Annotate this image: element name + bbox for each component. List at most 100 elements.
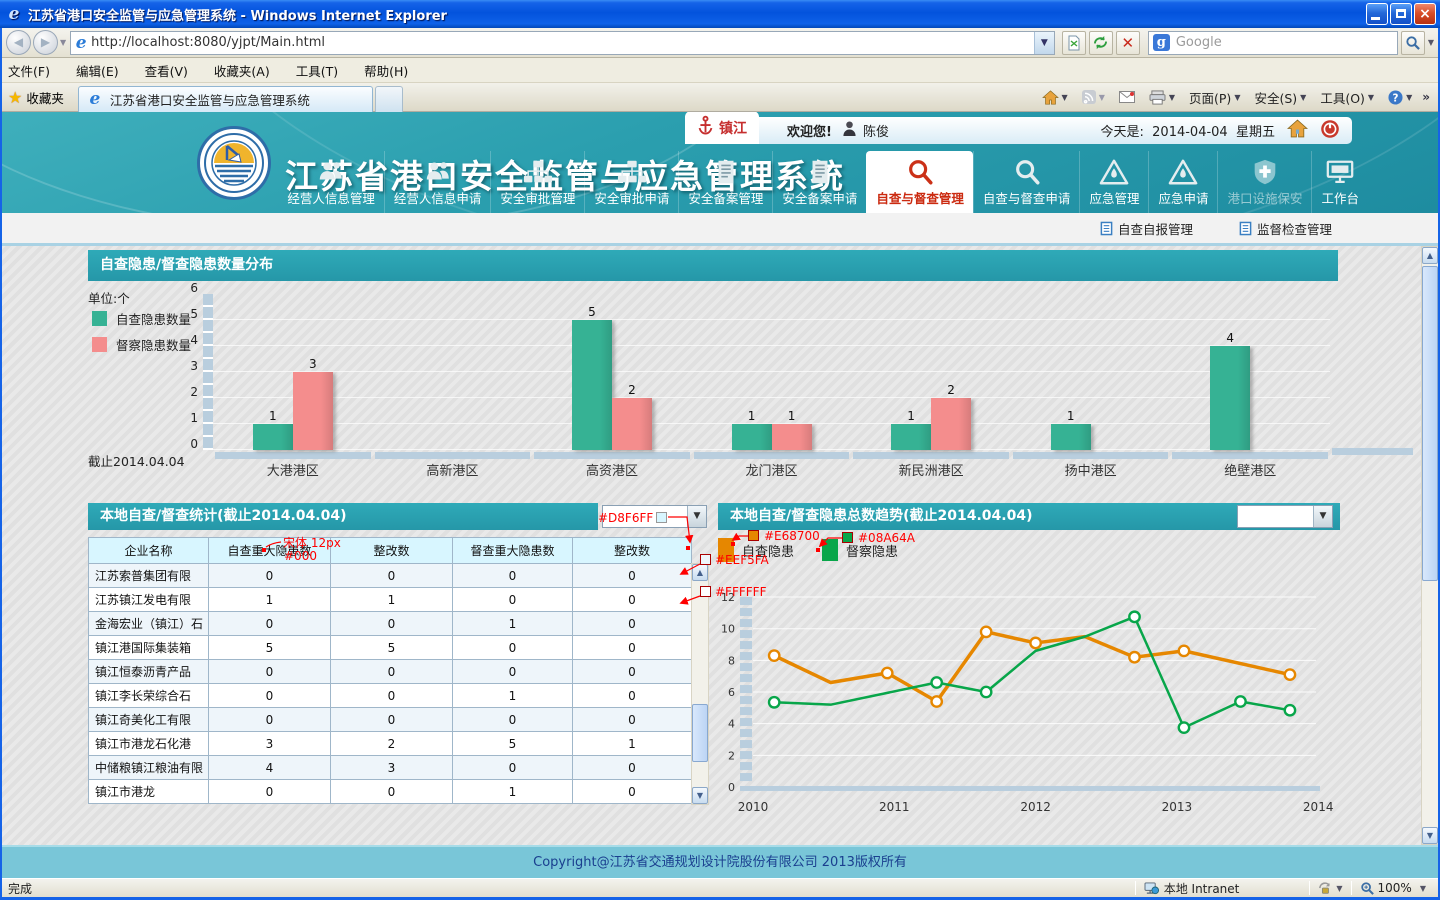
- close-button[interactable]: ×: [1414, 3, 1436, 25]
- nav-tab-9[interactable]: 应急管理: [1079, 151, 1148, 213]
- nav-tab-6[interactable]: 安全备案申请: [772, 151, 866, 213]
- table-row[interactable]: 中储粮镇江粮油有限4300: [89, 756, 692, 780]
- table-row[interactable]: 金海宏业（镇江）石0010: [89, 612, 692, 636]
- y-tick-label: 10: [721, 623, 735, 636]
- value-cell: 4: [209, 756, 331, 780]
- table-row[interactable]: 镇江市港龙0010: [89, 780, 692, 804]
- menu-item[interactable]: 收藏夹(A): [214, 61, 270, 80]
- scroll-down-icon[interactable]: ▼: [692, 787, 708, 804]
- favorites-button[interactable]: 收藏夹: [26, 88, 64, 107]
- table-row[interactable]: 镇江奇美化工有限0000: [89, 708, 692, 732]
- nav-tab-7[interactable]: 自查与督查管理: [866, 151, 973, 213]
- nav-tab-3[interactable]: 安全审批管理: [490, 151, 584, 213]
- home-icon[interactable]: [1287, 119, 1308, 142]
- url-text[interactable]: http://localhost:8080/yjpt/Main.html: [91, 35, 1034, 50]
- nav-tab-2[interactable]: 经营人信息申请: [384, 151, 491, 213]
- back-button[interactable]: ◀: [6, 30, 31, 55]
- menu-item[interactable]: 帮助(H): [364, 61, 408, 80]
- nav-tab-4[interactable]: 安全审批申请: [584, 151, 678, 213]
- nav-tab-10[interactable]: 应急申请: [1148, 151, 1217, 213]
- protected-mode-icon[interactable]: ▼: [1318, 882, 1342, 895]
- nav-tab-1[interactable]: 经营人信息管理: [278, 151, 384, 213]
- scroll-up-icon[interactable]: ▲: [1422, 247, 1438, 264]
- logout-power-icon[interactable]: [1320, 119, 1340, 143]
- table-scrollbar[interactable]: ▲ ▼: [691, 563, 709, 805]
- table-row[interactable]: 镇江港国际集装箱5500: [89, 636, 692, 660]
- address-dropdown-icon[interactable]: ▼: [1034, 32, 1054, 54]
- nav-label: 自查与督查申请: [983, 188, 1071, 207]
- nav-tab-11[interactable]: 港口设施保安: [1217, 151, 1311, 213]
- safety-menu-button[interactable]: 安全(S)▼: [1254, 88, 1306, 107]
- help-button[interactable]: ? ▼: [1388, 90, 1412, 105]
- nav-tab-8[interactable]: 自查与督查申请: [973, 151, 1080, 213]
- scroll-up-icon[interactable]: ▲: [692, 564, 708, 581]
- page-scrollbar-thumb[interactable]: [1422, 266, 1438, 581]
- command-bar: ▼ ▼ ▼ 页面(P)▼ 安全(S)▼ 工具(O)▼ ? ▼ »: [1028, 88, 1440, 107]
- select-dropdown-icon[interactable]: ▼: [1313, 506, 1332, 527]
- table-row[interactable]: 江苏索普集团有限0000: [89, 564, 692, 588]
- subnav-item[interactable]: 自查自报管理: [1100, 219, 1193, 238]
- print-button[interactable]: ▼: [1149, 90, 1175, 105]
- bar-督察隐患数量[interactable]: [293, 372, 333, 450]
- x-tick-label: 高资港区: [532, 460, 692, 479]
- menu-item[interactable]: 文件(F): [8, 61, 50, 80]
- org-icon: [523, 156, 553, 186]
- bar-自查隐患数量[interactable]: [1210, 346, 1250, 450]
- menu-item[interactable]: 编辑(E): [76, 61, 119, 80]
- nav-label: 安全备案管理: [688, 188, 763, 207]
- search-button[interactable]: [1401, 31, 1425, 55]
- bar-自查隐患数量[interactable]: [1051, 424, 1091, 450]
- annotation-dot: [816, 548, 820, 552]
- subnav-item[interactable]: 监督检查管理: [1239, 219, 1332, 238]
- bar-督察隐患数量[interactable]: [612, 398, 652, 450]
- line-filter-select[interactable]: ▼: [1237, 505, 1333, 528]
- bar-督察隐患数量[interactable]: [772, 424, 812, 450]
- nav-tab-12[interactable]: 工作台: [1311, 151, 1368, 213]
- search-input[interactable]: g Google: [1148, 31, 1398, 55]
- forward-button[interactable]: ▶: [33, 30, 58, 55]
- value-cell: 5: [453, 732, 573, 756]
- bar-督察隐患数量[interactable]: [931, 398, 971, 450]
- page-scrollbar[interactable]: ▲ ▼: [1421, 246, 1439, 845]
- table-row[interactable]: 镇江市港龙石化港3251: [89, 732, 692, 756]
- address-input[interactable]: e http://localhost:8080/yjpt/Main.html ▼: [70, 31, 1055, 55]
- minimize-button[interactable]: [1366, 3, 1388, 25]
- bar-自查隐患数量[interactable]: [891, 424, 931, 450]
- refresh-button[interactable]: [1089, 31, 1113, 55]
- menu-item[interactable]: 工具(T): [296, 61, 338, 80]
- line-chart: 02468101220102011201220132014: [718, 565, 1340, 821]
- feeds-button[interactable]: ▼: [1082, 90, 1105, 104]
- history-dropdown-icon[interactable]: ▼: [60, 38, 66, 47]
- table-panel-title: 本地自查/督查统计(截止2014.04.04): [100, 508, 346, 524]
- bar-自查隐患数量[interactable]: [572, 320, 612, 450]
- date-text: 今天是: 2014-04-04 星期五: [1101, 121, 1276, 140]
- tools-menu-button[interactable]: 工具(O)▼: [1320, 88, 1374, 107]
- nav-tab-5[interactable]: 安全备案管理: [678, 151, 772, 213]
- compatibility-icon[interactable]: [1062, 31, 1086, 55]
- bar-自查隐患数量[interactable]: [732, 424, 772, 450]
- bar-自查隐患数量[interactable]: [253, 424, 293, 450]
- restore-button[interactable]: [1390, 3, 1412, 25]
- scroll-down-icon[interactable]: ▼: [1422, 827, 1438, 844]
- select-dropdown-icon[interactable]: ▼: [687, 506, 706, 527]
- search-options-icon[interactable]: ▼: [1428, 38, 1434, 47]
- overflow-chevron-icon[interactable]: »: [1422, 90, 1430, 104]
- x-tick-label: 2012: [1020, 800, 1051, 814]
- new-tab-button[interactable]: [375, 86, 403, 112]
- menu-item[interactable]: 查看(V): [145, 61, 188, 80]
- company-name-cell: 镇江市港龙石化港: [89, 732, 209, 756]
- table-scrollbar-thumb[interactable]: [692, 704, 708, 762]
- page-menu-button[interactable]: 页面(P)▼: [1189, 88, 1240, 107]
- zoom-level[interactable]: 100%: [1378, 881, 1412, 895]
- stop-button[interactable]: ✕: [1116, 31, 1140, 55]
- table-row[interactable]: 镇江恒泰沥青产品0000: [89, 660, 692, 684]
- table-row[interactable]: 镇江李长荣综合石0010: [89, 684, 692, 708]
- mail-button[interactable]: [1119, 91, 1135, 103]
- browser-tab[interactable]: e 江苏省港口安全监管与应急管理系统: [78, 86, 373, 112]
- value-cell: 2: [331, 732, 453, 756]
- table-row[interactable]: 江苏镇江发电有限1100: [89, 588, 692, 612]
- favorites-star-icon[interactable]: ★: [8, 88, 22, 107]
- zoom-dropdown-icon[interactable]: ▼: [1420, 884, 1426, 893]
- data-point: [1235, 696, 1245, 706]
- home-button[interactable]: ▼: [1042, 90, 1068, 105]
